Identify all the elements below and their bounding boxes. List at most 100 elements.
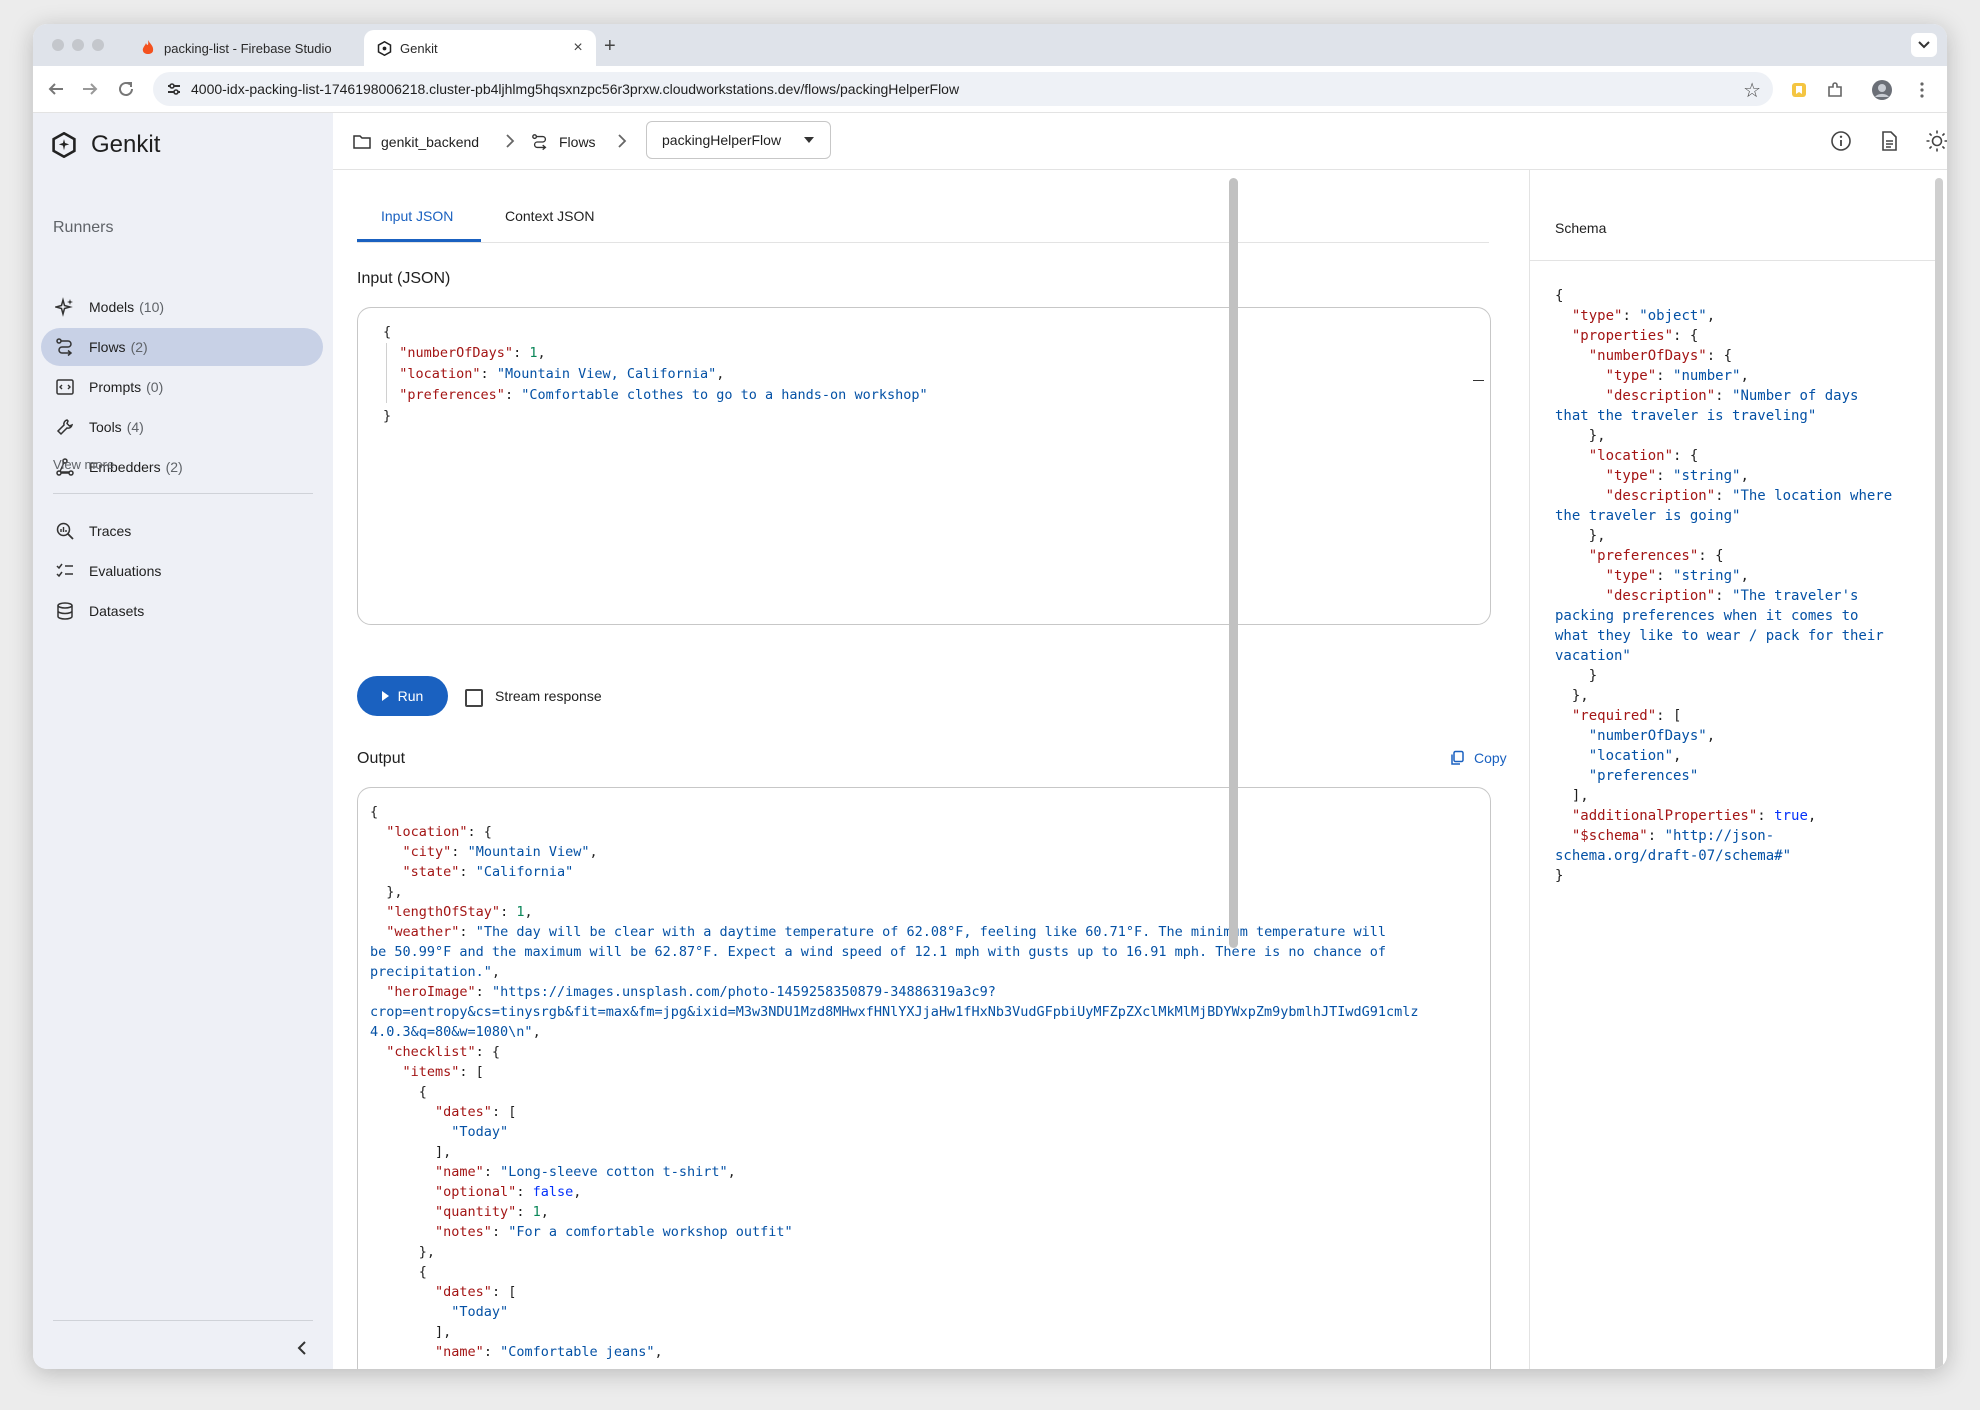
code-token: "The traveler's bbox=[1732, 588, 1859, 604]
back-arrow-icon[interactable] bbox=[47, 80, 65, 98]
extensions-puzzle-icon[interactable] bbox=[1826, 81, 1844, 99]
site-settings-icon[interactable] bbox=[165, 80, 183, 98]
code-line: "location": { bbox=[370, 822, 1418, 842]
app-logo[interactable]: Genkit bbox=[51, 131, 160, 159]
forward-arrow-icon[interactable] bbox=[81, 80, 99, 98]
database-icon bbox=[55, 601, 75, 621]
output-json-code: { "location": { "city": "Mountain View",… bbox=[370, 802, 1418, 1362]
code-token: "preferences" bbox=[399, 387, 505, 403]
sidebar-item-prompts[interactable]: Prompts (0) bbox=[41, 368, 323, 406]
code-token: : bbox=[451, 844, 468, 860]
code-token: "location" bbox=[399, 366, 481, 382]
code-token: , bbox=[1807, 808, 1817, 824]
runners-section-label: Runners bbox=[53, 219, 114, 236]
more-vertical-icon[interactable] bbox=[1913, 81, 1931, 99]
code-token: ], bbox=[1555, 788, 1589, 804]
code-token: "preferences" bbox=[1588, 548, 1699, 564]
sidebar-item-traces[interactable]: Traces bbox=[41, 512, 323, 550]
code-token: : bbox=[1656, 368, 1674, 384]
sidebar-item-count: (4) bbox=[126, 419, 144, 435]
new-tab-button[interactable]: + bbox=[604, 35, 616, 58]
reload-icon[interactable] bbox=[117, 80, 135, 98]
code-token: , bbox=[524, 904, 533, 920]
browser-tab-firebase[interactable]: packing-list - Firebase Studio × bbox=[128, 30, 388, 66]
stream-response-label[interactable]: Stream response bbox=[495, 688, 602, 704]
input-json-code[interactable]: { "numberOfDays": 1, "location": "Mounta… bbox=[383, 322, 928, 427]
collapse-sidebar-icon[interactable] bbox=[295, 1340, 309, 1356]
sidebar-item-count: (2) bbox=[130, 339, 148, 355]
code-token: "number" bbox=[1673, 368, 1741, 384]
code-token: : bbox=[475, 984, 492, 1000]
info-icon[interactable] bbox=[1830, 130, 1852, 152]
stream-response-checkbox[interactable] bbox=[465, 689, 483, 707]
window-minimize-dot[interactable] bbox=[72, 39, 84, 51]
address-bar[interactable]: 4000-idx-packing-list-1746198006218.clus… bbox=[153, 72, 1773, 106]
sidebar-item-flows[interactable]: Flows (2) bbox=[41, 328, 323, 366]
view-more-link[interactable]: View more bbox=[53, 457, 114, 472]
code-token: "object" bbox=[1639, 308, 1707, 324]
theme-toggle-icon[interactable] bbox=[1925, 129, 1947, 153]
code-line: "dates": [ bbox=[370, 1102, 1418, 1122]
breadcrumb-flows[interactable]: Flows bbox=[531, 133, 596, 151]
sidebar-item-label: Tools bbox=[89, 419, 122, 435]
schema-divider bbox=[1530, 260, 1937, 261]
run-button[interactable]: Run bbox=[357, 676, 448, 716]
sidebar-item-datasets[interactable]: Datasets bbox=[41, 592, 323, 630]
code-token: , bbox=[589, 844, 598, 860]
input-json-editor[interactable]: { "numberOfDays": 1, "location": "Mounta… bbox=[357, 307, 1491, 625]
tab-input-json[interactable]: Input JSON bbox=[381, 208, 453, 224]
code-token: "name" bbox=[435, 1344, 484, 1360]
run-button-label: Run bbox=[397, 688, 424, 704]
input-tabs: Input JSON Context JSON bbox=[357, 170, 1489, 243]
editor-fold-marker bbox=[1473, 380, 1484, 381]
code-line: "name": "Comfortable jeans", bbox=[370, 1342, 1418, 1362]
code-token: : bbox=[1757, 808, 1775, 824]
sidebar-item-tools[interactable]: Tools (4) bbox=[41, 408, 323, 446]
docs-icon[interactable] bbox=[1878, 130, 1900, 152]
main-scrollbar[interactable] bbox=[1229, 178, 1238, 948]
code-token: : bbox=[1715, 488, 1733, 504]
bookmark-star-icon[interactable]: ☆ bbox=[1743, 78, 1761, 103]
sidebar-item-models[interactable]: Models (10) bbox=[41, 288, 323, 326]
window-maximize-dot[interactable] bbox=[92, 39, 104, 51]
output-json-panel[interactable]: { "location": { "city": "Mountain View",… bbox=[357, 787, 1491, 1369]
code-line: "Today" bbox=[370, 1302, 1418, 1322]
code-line: "city": "Mountain View", bbox=[370, 842, 1418, 862]
close-icon[interactable]: × bbox=[570, 39, 586, 57]
browser-tab-genkit[interactable]: Genkit × bbox=[364, 30, 596, 66]
sidebar-item-evaluations[interactable]: Evaluations bbox=[41, 552, 323, 590]
schema-scrollbar[interactable] bbox=[1935, 178, 1943, 1369]
code-token: : bbox=[1647, 828, 1665, 844]
code-token: schema.org/draft-07/schema#" bbox=[1555, 848, 1792, 864]
tab-search-button[interactable] bbox=[1911, 33, 1937, 57]
tab-context-json[interactable]: Context JSON bbox=[505, 208, 594, 224]
browser-tab-label: Genkit bbox=[400, 40, 438, 56]
code-token: { bbox=[370, 1264, 427, 1280]
code-token: , bbox=[540, 1204, 549, 1220]
code-token: }, bbox=[1555, 428, 1606, 444]
flow-select[interactable]: packingHelperFlow bbox=[646, 121, 831, 159]
genkit-logo-icon bbox=[52, 132, 76, 158]
code-token: "The day will be clear with a daytime te… bbox=[475, 924, 1386, 940]
window-close-dot[interactable] bbox=[52, 39, 64, 51]
code-token: "heroImage" bbox=[386, 984, 476, 1000]
profile-avatar[interactable] bbox=[1871, 79, 1893, 101]
breadcrumb-project[interactable]: genkit_backend bbox=[353, 133, 479, 151]
code-line: "additionalProperties": true, bbox=[1555, 806, 1892, 826]
copy-button[interactable]: Copy bbox=[1449, 750, 1507, 766]
code-token: "location" bbox=[1588, 448, 1674, 464]
code-token: : [ bbox=[459, 1064, 484, 1080]
schema-panel: Schema { "type": "object", "properties":… bbox=[1530, 170, 1947, 1369]
extension-bookmark-icon[interactable] bbox=[1790, 81, 1808, 99]
code-line: { bbox=[1555, 286, 1892, 306]
code-token: "Comfortable clothes to go to a hands-on… bbox=[521, 387, 928, 403]
